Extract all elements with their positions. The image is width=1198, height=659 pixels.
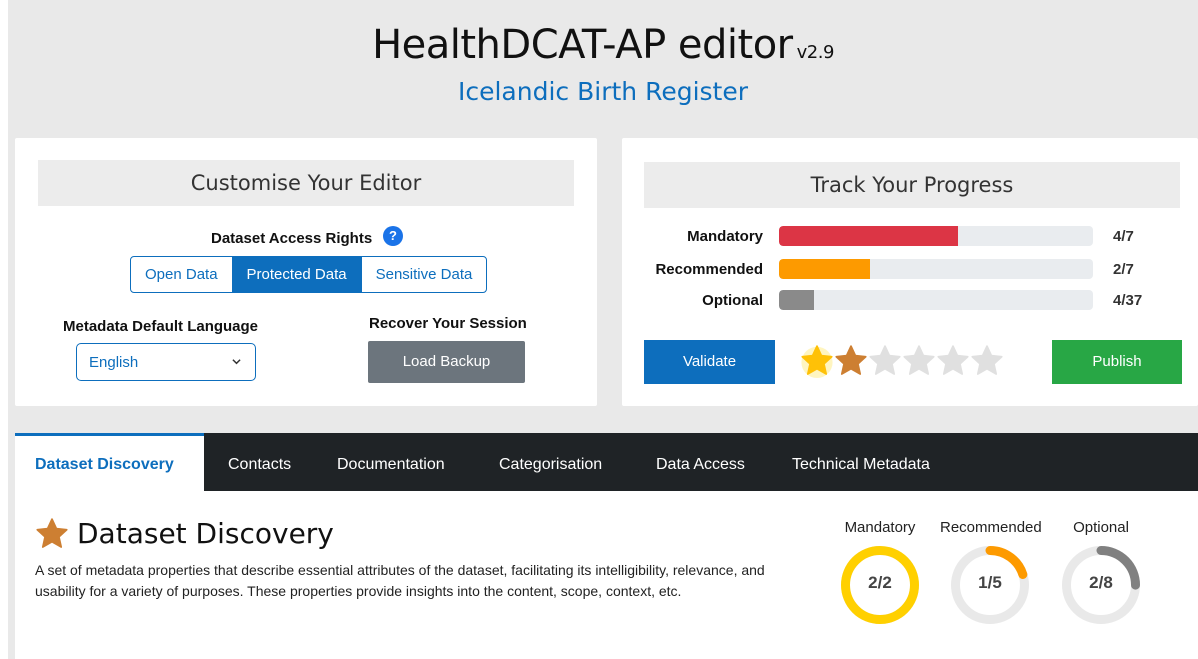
language-value: English bbox=[89, 354, 139, 371]
tab-data-access[interactable]: Data Access bbox=[656, 433, 745, 491]
app-title: HealthDCAT-AP editor v2.9 bbox=[8, 22, 1198, 68]
progress-card: Track Your Progress Mandatory 4/7 Recomm… bbox=[622, 138, 1198, 406]
progress-title: Track Your Progress bbox=[644, 162, 1180, 208]
tab-dataset-discovery[interactable]: Dataset Discovery bbox=[15, 433, 204, 491]
section-description: A set of metadata properties that descri… bbox=[35, 562, 765, 599]
progress-track bbox=[779, 290, 1093, 310]
load-backup-button[interactable]: Load Backup bbox=[368, 341, 525, 383]
section-content: Dataset Discovery A set of metadata prop… bbox=[15, 491, 1198, 659]
star-icon bbox=[834, 344, 868, 378]
progress-row-recommended: Recommended 2/7 bbox=[622, 259, 1198, 281]
progress-ring: 2/8 bbox=[1062, 546, 1140, 624]
ring-label: Optional bbox=[1073, 519, 1129, 536]
language-label: Metadata Default Language bbox=[63, 318, 259, 335]
tab-technical-metadata[interactable]: Technical Metadata bbox=[792, 433, 930, 491]
help-icon[interactable]: ? bbox=[383, 226, 403, 246]
progress-fill bbox=[779, 259, 871, 279]
progress-track bbox=[779, 259, 1093, 279]
quality-stars bbox=[800, 344, 1004, 378]
dataset-subtitle: Icelandic Birth Register bbox=[457, 77, 748, 106]
ring-value: 1/5 bbox=[978, 573, 1002, 592]
progress-fill bbox=[779, 226, 958, 246]
tab-contacts[interactable]: Contacts bbox=[228, 433, 291, 491]
progress-label: Optional bbox=[702, 292, 763, 309]
access-option-sensitive[interactable]: Sensitive Data bbox=[362, 257, 487, 292]
ring-label: Recommended bbox=[940, 519, 1042, 536]
recover-label: Recover Your Session bbox=[369, 315, 527, 332]
header: HealthDCAT-AP editor v2.9 Icelandic Birth… bbox=[8, 0, 1198, 130]
customise-card: Customise Your Editor Dataset Access Rig… bbox=[15, 138, 597, 406]
app-title-text: HealthDCAT-AP editor bbox=[372, 22, 793, 68]
language-select[interactable]: English bbox=[76, 343, 256, 381]
ring-recommended: Recommended 1/5 bbox=[940, 519, 1042, 624]
ring-label: Mandatory bbox=[844, 519, 916, 536]
publish-button[interactable]: Publish bbox=[1052, 340, 1182, 384]
progress-count: 2/7 bbox=[1113, 261, 1134, 278]
progress-label: Mandatory bbox=[687, 228, 763, 245]
star-icon bbox=[936, 344, 970, 378]
ring-value: 2/2 bbox=[868, 573, 892, 592]
access-rights-label: Dataset Access Rights bbox=[211, 230, 373, 247]
app-version: v2.9 bbox=[796, 42, 835, 63]
progress-fill bbox=[779, 290, 814, 310]
progress-count: 4/37 bbox=[1113, 292, 1143, 309]
progress-label: Recommended bbox=[655, 261, 763, 278]
progress-track bbox=[779, 226, 1093, 246]
star-icon bbox=[970, 344, 1004, 378]
tab-categorisation[interactable]: Categorisation bbox=[499, 433, 602, 491]
validate-button[interactable]: Validate bbox=[644, 340, 775, 384]
chevron-down-icon bbox=[232, 359, 241, 365]
star-icon bbox=[36, 518, 68, 548]
progress-row-optional: Optional 4/37 bbox=[622, 290, 1198, 312]
access-option-protected[interactable]: Protected Data bbox=[232, 257, 362, 292]
access-option-open[interactable]: Open Data bbox=[131, 257, 233, 292]
ring-optional: Optional 2/8 bbox=[1051, 519, 1151, 624]
section-title: Dataset Discovery bbox=[77, 517, 334, 550]
star-icon bbox=[902, 344, 936, 378]
progress-row-mandatory: Mandatory 4/7 bbox=[622, 226, 1198, 248]
progress-ring: 2/2 bbox=[841, 546, 919, 624]
left-edge bbox=[0, 0, 8, 659]
ring-value: 2/8 bbox=[1089, 573, 1113, 592]
star-icon bbox=[868, 344, 902, 378]
star-icon bbox=[800, 344, 834, 378]
customise-title: Customise Your Editor bbox=[38, 160, 574, 206]
progress-ring: 1/5 bbox=[951, 546, 1029, 624]
ring-mandatory: Mandatory 2/2 bbox=[830, 519, 930, 624]
access-rights-toggle: Open Data Protected Data Sensitive Data bbox=[130, 256, 488, 293]
progress-count: 4/7 bbox=[1113, 228, 1134, 245]
tab-documentation[interactable]: Documentation bbox=[337, 433, 445, 491]
section-tabs: Dataset Discovery Contacts Documentation… bbox=[15, 433, 1198, 491]
